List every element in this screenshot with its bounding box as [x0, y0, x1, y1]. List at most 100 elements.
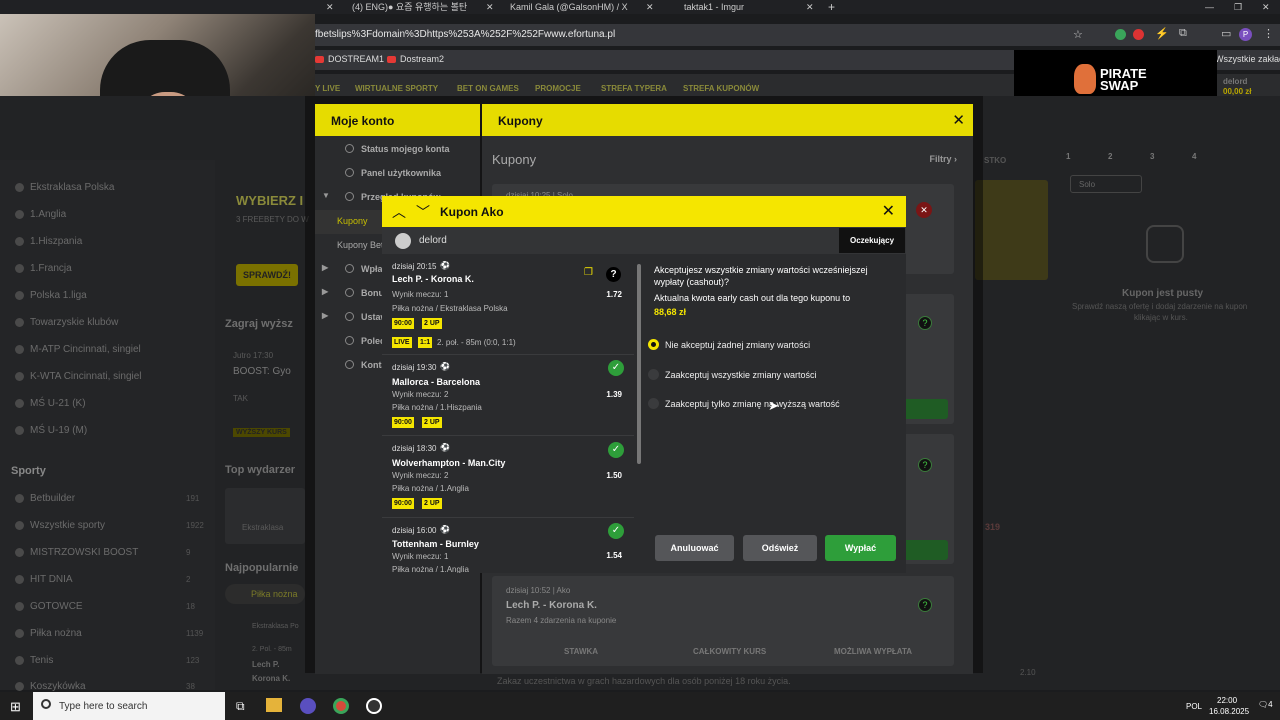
file-explorer-icon[interactable] — [266, 698, 282, 712]
filter-button[interactable]: Filtry › — [929, 154, 957, 164]
sport-item[interactable]: Betbuilder — [15, 493, 75, 504]
nav-betongames[interactable]: BET ON GAMES — [457, 84, 519, 93]
menu-panel[interactable]: Panel użytkownika — [315, 162, 480, 186]
nav-strefa-typera[interactable]: STREFA TYPERA — [601, 84, 667, 93]
browser-tab-youtube[interactable]: (4) ENG)● 요즘 유행하는 볼탄 — [352, 0, 482, 14]
nav-live[interactable]: Y LIVE — [315, 84, 340, 93]
obs-icon[interactable] — [366, 698, 382, 714]
league-item[interactable]: M-ATP Cincinnati, singiel — [15, 344, 141, 355]
bookmark-dostream1[interactable]: DOSTREAM1 — [315, 54, 384, 64]
extension-icon[interactable]: ⚡ — [1155, 27, 1169, 40]
tab-close-icon[interactable]: ✕ — [326, 0, 334, 14]
league-item[interactable]: 1.Francja — [15, 263, 72, 274]
slip-tab-2[interactable]: 2 — [1108, 152, 1112, 161]
sport-item[interactable]: MISTRZOWSKI BOOST — [15, 547, 138, 558]
pill-filter[interactable]: Piłka nożna — [225, 584, 305, 604]
chevron-up-icon[interactable]: ︿ — [392, 202, 406, 222]
slip-tab-1[interactable]: 1 — [1066, 152, 1070, 161]
close-icon[interactable]: ✕ — [882, 201, 895, 221]
league-item[interactable]: Polska 1.liga — [15, 290, 87, 301]
league-item[interactable]: Towarzyskie klubów — [15, 317, 118, 328]
events-scrollbar[interactable] — [635, 254, 643, 573]
copy-icon[interactable]: ❐ — [584, 267, 593, 278]
clock-date[interactable]: 16.08.2025 — [1209, 707, 1249, 716]
taskbar-search[interactable]: Type here to search — [33, 692, 225, 720]
league-item[interactable]: 1.Hiszpania — [15, 236, 82, 247]
cancel-button[interactable]: Anuluować — [655, 535, 734, 561]
option-accept-higher[interactable]: Zaakceptuj tylko zmianę na wyższą wartoś… — [648, 398, 840, 409]
chevron-down-icon[interactable]: ﹀ — [416, 202, 430, 222]
ekstraklasa-card[interactable]: Ekstraklasa — [225, 488, 305, 544]
puzzle-icon[interactable]: ⧉ — [1179, 27, 1187, 40]
input-language[interactable]: POL — [1186, 702, 1202, 711]
tab-close-icon[interactable]: ✕ — [806, 0, 814, 14]
windows-start-icon[interactable]: ⊞ — [10, 699, 21, 715]
league-item[interactable]: Ekstraklasa Polska — [15, 182, 114, 193]
browser-tab-imgur[interactable]: taktak1 - Imgur — [684, 0, 794, 14]
extension-icon[interactable] — [1133, 29, 1144, 40]
chrome-icon[interactable] — [333, 698, 349, 714]
bookmark-dostream2[interactable]: Dostream2 — [387, 54, 444, 64]
radio[interactable] — [648, 398, 659, 409]
solo-select[interactable]: Solo — [1070, 175, 1142, 193]
option-accept-all[interactable]: Zaakceptuj wszystkie zmiany wartości — [648, 369, 817, 380]
tab-close-icon[interactable]: ✕ — [646, 0, 654, 14]
sport-item[interactable]: Tenis — [15, 655, 54, 666]
option-no-changes[interactable]: Nie akceptuj żadnej zmiany wartości — [648, 339, 810, 350]
close-icon[interactable]: ✕ — [952, 111, 965, 129]
minimize-icon[interactable]: — — [1205, 0, 1214, 14]
league-item[interactable]: K-WTA Cincinnati, singiel — [15, 371, 142, 382]
notifications-icon[interactable]: 🗨4 — [1258, 700, 1273, 709]
browser-tab-x[interactable]: Kamil Gala (@GalsonHM) / X — [510, 0, 635, 14]
menu-status[interactable]: Status mojego konta — [315, 138, 480, 162]
star-icon[interactable]: ☆ — [1073, 28, 1083, 41]
address-bar[interactable]: fbetslips%3Fdomain%3Dhttps%253A%252F%252… — [315, 24, 1280, 46]
clock-time[interactable]: 22:00 — [1217, 696, 1237, 705]
scrollbar-thumb[interactable] — [637, 264, 641, 464]
league-item[interactable]: MŚ U-19 (M) — [15, 425, 87, 436]
flag-icon — [15, 372, 24, 381]
nav-strefa-kuponow[interactable]: STREFA KUPONÓW — [683, 84, 759, 93]
radio-selected[interactable] — [648, 339, 659, 350]
2up-tag: 2 UP — [422, 318, 442, 329]
sport-item[interactable]: GOTOWCE — [15, 601, 83, 612]
promo-banner[interactable] — [975, 180, 1048, 280]
cashout-question: Akceptujesz wszystkie zmiany wartości wc… — [654, 265, 868, 287]
extension-icon[interactable] — [1115, 29, 1126, 40]
sport-label: Tenis — [30, 655, 54, 666]
menu-label: Status mojego konta — [361, 144, 450, 154]
window-close-icon[interactable]: ✕ — [1262, 0, 1270, 14]
slip-tab-3[interactable]: 3 — [1150, 152, 1154, 161]
menu-dots-icon[interactable]: ⋮ — [1263, 27, 1274, 40]
payout-button[interactable]: Wypłać — [825, 535, 896, 561]
new-tab-button[interactable]: + — [828, 0, 835, 14]
nav-promocje[interactable]: PROMOCJE — [535, 84, 581, 93]
question-icon[interactable]: ? — [606, 267, 621, 282]
task-view-icon[interactable]: ⧉ — [236, 699, 245, 714]
flag-icon — [15, 210, 24, 219]
sport-item[interactable]: Koszykówka — [15, 681, 86, 692]
discord-icon[interactable] — [300, 698, 316, 714]
event-row: dzisiaj 16:00 ⚽ ✓ Tottenham - Burnley Wy… — [382, 518, 634, 573]
restore-icon[interactable]: ❐ — [1234, 0, 1242, 14]
check-button[interactable]: SPRAWDŹ! — [236, 264, 298, 286]
refresh-button[interactable]: Odśwież — [743, 535, 817, 561]
cashout-info: Aktualna kwota early cash out dla tego k… — [654, 293, 851, 303]
radio[interactable] — [648, 369, 659, 380]
promo-title: WYBIERZ I — [236, 193, 304, 208]
profile-avatar[interactable]: P — [1239, 28, 1252, 41]
mouse-cursor-icon: ➤ — [768, 398, 779, 413]
coupon-note: Razem 4 zdarzenia na kuponie — [506, 616, 617, 625]
sport-item[interactable]: HIT DNIA — [15, 574, 73, 585]
tab-close-icon[interactable]: ✕ — [486, 0, 494, 14]
sport-item[interactable]: Wszystkie sporty — [15, 520, 105, 531]
sport-item[interactable]: Piłka nożna — [15, 628, 82, 639]
league-item[interactable]: MŚ U-21 (K) — [15, 398, 86, 409]
nav-virtual[interactable]: WIRTUALNE SPORTY — [355, 84, 438, 93]
info-icon — [345, 144, 354, 153]
sidepanel-icon[interactable]: ▭ — [1221, 27, 1231, 40]
league-item[interactable]: 1.Anglia — [15, 209, 66, 220]
all-bookmarks[interactable]: Wszystkie zakładki — [1215, 54, 1280, 64]
header-user[interactable]: delord — [1223, 77, 1247, 86]
slip-tab-4[interactable]: 4 — [1192, 152, 1196, 161]
